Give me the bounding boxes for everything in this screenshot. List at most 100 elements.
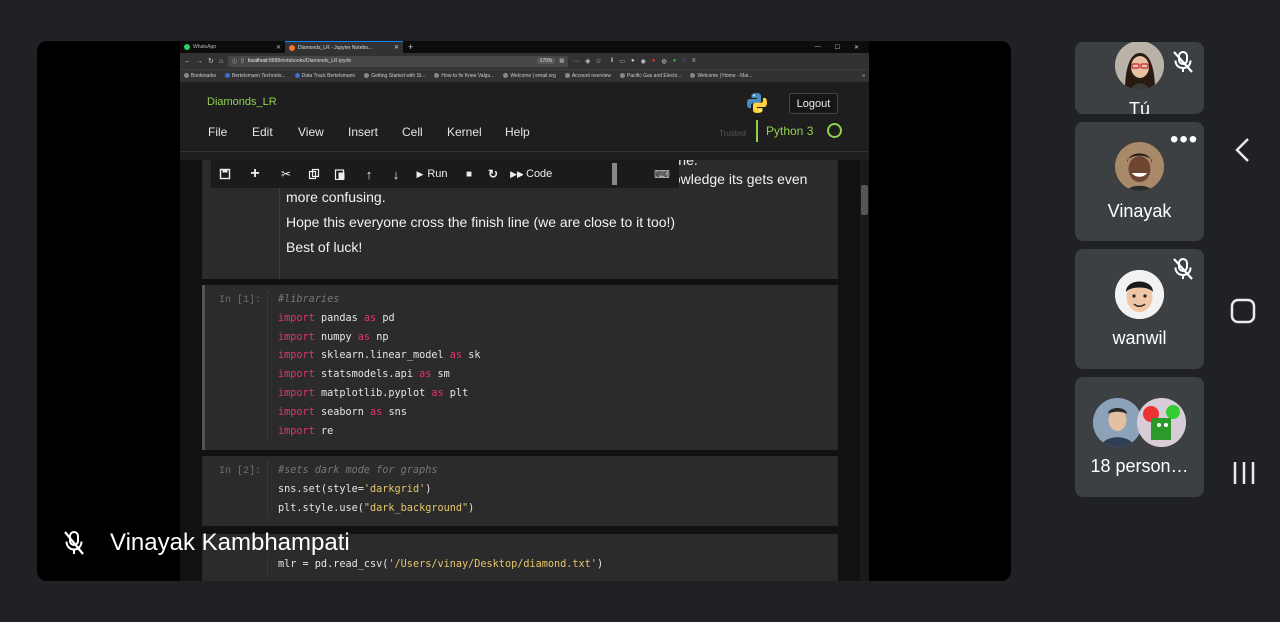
stop-icon[interactable]: ■ [457, 160, 481, 188]
code-editor[interactable]: #libraries import pandas as pd import nu… [267, 291, 480, 442]
bookmark-item[interactable]: Bertelsmann Technolo... [225, 73, 286, 79]
paste-icon[interactable] [327, 160, 353, 188]
extension-icon[interactable]: ◌ [682, 58, 686, 65]
python-logo-icon [747, 93, 767, 113]
scroll-thumb[interactable] [861, 185, 868, 215]
browser-tabstrip: WhatsApp ✕ Diamonds_LR - Jupyter Notebo.… [180, 41, 869, 53]
menu-help[interactable]: Help [505, 125, 530, 139]
extension-icon[interactable]: ● [652, 58, 656, 65]
code-cell[interactable]: In [2]: #sets dark mode for graphs sns.s… [202, 456, 838, 526]
menu-icon[interactable]: ≡ [692, 58, 696, 65]
kernel-status-icon [827, 123, 842, 138]
whatsapp-icon [184, 44, 190, 50]
notebook-area: notebook to help understand the code and… [180, 160, 869, 581]
menu-edit[interactable]: Edit [252, 125, 273, 139]
participant-tile[interactable]: Tú [1075, 42, 1204, 114]
kernel-name[interactable]: Python 3 [766, 124, 813, 138]
code-cell[interactable]: In [1]: #libraries import pandas as pd i… [202, 285, 838, 450]
run-label: Run [427, 168, 448, 180]
home-icon[interactable]: ⌂ [219, 58, 223, 65]
run-button[interactable]: ▶ Run [407, 160, 457, 188]
cell-type-select[interactable]: Code [523, 163, 617, 185]
avatar [1137, 398, 1186, 447]
page-actions-icon[interactable]: ··· [573, 58, 580, 65]
logout-button[interactable]: Logout [789, 93, 838, 114]
zoom-level[interactable]: 170% [536, 58, 556, 64]
shared-screen: WhatsApp ✕ Diamonds_LR - Jupyter Notebo.… [180, 41, 869, 581]
notebook-title[interactable]: Diamonds_LR [207, 96, 277, 108]
bookmark-item[interactable]: Getting Started with St... [364, 73, 425, 79]
more-options-icon[interactable]: ••• [1170, 128, 1198, 152]
cell-type-value: Code [526, 168, 553, 180]
save-icon[interactable] [211, 160, 239, 188]
browser-tab-whatsapp[interactable]: WhatsApp ✕ [180, 41, 285, 53]
back-nav-icon[interactable] [1234, 137, 1252, 163]
extension-icon[interactable]: ◍ [661, 58, 666, 65]
code-editor[interactable]: mlr = pd.read_csv('/Users/vinay/Desktop/… [267, 556, 603, 575]
cut-icon[interactable]: ✂ [271, 160, 301, 188]
url-host: localhost [247, 58, 268, 64]
sidebar-icon[interactable]: ▭ [619, 58, 625, 65]
avatar [1115, 270, 1164, 319]
page-icon: ▯ [241, 58, 244, 64]
move-down-icon[interactable]: ↓ [385, 160, 407, 188]
close-tab-icon[interactable]: ✕ [394, 44, 399, 51]
bookmarks-bar: Bookmarks Bertelsmann Technolo... Data T… [180, 69, 869, 82]
participants-overflow-tile[interactable]: 18 person… [1075, 377, 1204, 497]
home-nav-icon[interactable] [1230, 298, 1256, 324]
browser-tab-jupyter[interactable]: Diamonds_LR - Jupyter Notebo... ✕ [285, 41, 403, 53]
bookmark-item[interactable]: How to fix Knee Valgu... [434, 73, 494, 79]
bookmark-item[interactable]: Data Track Bertelsmann [294, 73, 355, 79]
markdown-text: Best of luck! [286, 239, 363, 255]
toolbar-icons: ⫴ ▭ ● ◉ ● ◍ ● ◌ ≡ [611, 58, 696, 65]
url-bar[interactable]: ⓘ ▯ localhost:8888/notebooks/Diamonds_LR… [228, 55, 569, 67]
reader-icon[interactable]: ▤ [559, 58, 564, 64]
play-icon: ▶ [416, 168, 424, 179]
menu-file[interactable]: File [208, 125, 227, 139]
add-cell-icon[interactable]: + [239, 160, 271, 188]
trusted-indicator[interactable]: Trusted [719, 129, 746, 138]
keyboard-icon[interactable]: ⌨ [654, 168, 670, 181]
menu-kernel[interactable]: Kernel [447, 125, 482, 139]
bookmark-item[interactable]: Welcome | email.org [503, 73, 556, 79]
bookmark-item[interactable]: Account overview [564, 73, 611, 79]
close-window-icon[interactable]: ✕ [854, 44, 859, 51]
forward-icon[interactable]: → [196, 58, 203, 65]
bookmark-item[interactable]: Welcome | Home - Mai... [690, 73, 752, 79]
input-prompt: In [2]: [219, 466, 262, 477]
bookmark-star-icon[interactable]: ☆ [596, 57, 602, 65]
bookmark-item[interactable]: Pacific Gas and Electri... [620, 73, 681, 79]
move-up-icon[interactable]: ↑ [353, 160, 385, 188]
minimize-icon[interactable]: — [815, 44, 821, 51]
tab-title: WhatsApp [193, 44, 217, 50]
back-icon[interactable]: ← [184, 58, 191, 65]
bookmark-item[interactable]: Bookmarks [184, 73, 216, 79]
presenter-tile[interactable]: WhatsApp ✕ Diamonds_LR - Jupyter Notebo.… [37, 41, 1011, 581]
pocket-icon[interactable]: ◈ [585, 57, 590, 65]
menu-insert[interactable]: Insert [348, 125, 378, 139]
recents-nav-icon[interactable] [1232, 460, 1256, 486]
maximize-icon[interactable]: ☐ [835, 44, 840, 51]
account-icon[interactable]: ● [631, 58, 635, 65]
presenter-name: Vinayak Kambhampati [110, 529, 350, 556]
window-controls: — ☐ ✕ [815, 44, 869, 51]
extension-icon[interactable]: ● [673, 58, 677, 65]
copy-icon[interactable] [301, 160, 327, 188]
reload-icon[interactable]: ↻ [208, 57, 214, 65]
extension-icon[interactable]: ◉ [641, 58, 646, 65]
library-icon[interactable]: ⫴ [611, 58, 614, 65]
new-tab-button[interactable]: + [403, 42, 418, 52]
menu-cell[interactable]: Cell [402, 125, 423, 139]
jupyter-header: Diamonds_LR Logout [180, 82, 869, 114]
browser-navbar: ← → ↻ ⌂ ⓘ ▯ localhost:8888/notebooks/Dia… [180, 53, 869, 69]
more-bookmarks-icon[interactable]: » [862, 73, 865, 79]
participant-tile[interactable]: wanwil [1075, 249, 1204, 369]
jupyter-icon [289, 44, 295, 51]
scrollbar[interactable] [860, 160, 869, 581]
participant-tile[interactable]: ••• Vinayak [1075, 122, 1204, 241]
avatar [1115, 142, 1164, 191]
code-editor[interactable]: #sets dark mode for graphs sns.set(style… [267, 462, 474, 519]
restart-icon[interactable]: ↻ [481, 160, 505, 188]
close-tab-icon[interactable]: ✕ [276, 44, 281, 51]
menu-view[interactable]: View [298, 125, 324, 139]
